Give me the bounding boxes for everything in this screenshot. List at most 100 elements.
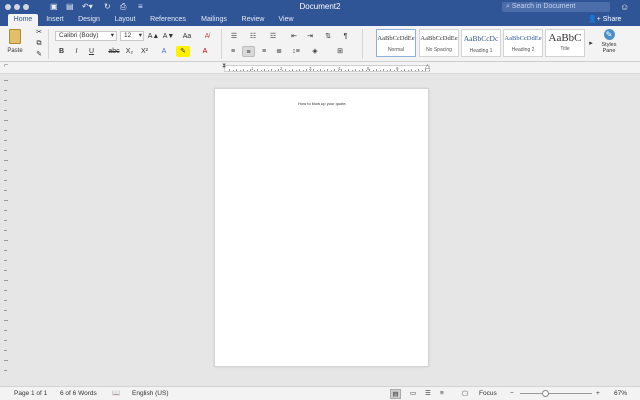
grow-font-button[interactable]: A▲ bbox=[147, 31, 160, 42]
focus-icon[interactable]: ▢ bbox=[462, 387, 468, 400]
ruler-tick bbox=[344, 70, 346, 71]
ruler-tick bbox=[4, 330, 7, 331]
tab-layout[interactable]: Layout bbox=[110, 14, 140, 26]
zoom-slider[interactable] bbox=[520, 390, 592, 397]
bullets-icon[interactable]: ☰ bbox=[227, 31, 241, 42]
change-case-button[interactable]: Aa bbox=[180, 31, 194, 42]
zoom-level[interactable]: 67% bbox=[614, 387, 627, 400]
zoom-out-button[interactable]: − bbox=[510, 387, 514, 400]
styles-pane-icon: ✎ bbox=[603, 29, 615, 40]
ruler-tick bbox=[414, 70, 416, 71]
ruler-tick bbox=[260, 70, 262, 71]
cut-icon[interactable]: ✂ bbox=[34, 28, 44, 37]
italic-button[interactable]: I bbox=[71, 46, 82, 57]
copy-icon[interactable]: ⧉ bbox=[34, 39, 44, 48]
ruler-tick bbox=[257, 69, 258, 71]
ruler-tick bbox=[4, 120, 8, 121]
ruler-tick bbox=[4, 80, 8, 81]
focus-label[interactable]: Focus bbox=[479, 387, 497, 400]
ruler-tick bbox=[425, 69, 426, 71]
ruler-tick bbox=[362, 69, 363, 71]
styles-pane-button[interactable]: ✎ Styles Pane bbox=[597, 29, 621, 54]
increase-indent-icon[interactable]: ⇥ bbox=[304, 31, 316, 42]
style-title[interactable]: AaBbC Title bbox=[545, 29, 585, 57]
vertical-ruler[interactable] bbox=[3, 80, 9, 380]
clear-formatting-icon[interactable]: A̸ bbox=[200, 31, 214, 42]
indent-marker-icon[interactable]: ⧗ bbox=[222, 63, 226, 70]
web-layout-icon[interactable]: ▭ bbox=[410, 387, 416, 400]
bold-button[interactable]: B bbox=[56, 46, 67, 57]
tab-mailings[interactable]: Mailings bbox=[196, 14, 232, 26]
chevron-right-icon[interactable]: ▸ bbox=[588, 39, 594, 48]
ruler-tick bbox=[278, 69, 279, 71]
share-button[interactable]: 👤+ Share bbox=[588, 14, 621, 26]
show-formatting-button[interactable]: ¶ bbox=[340, 31, 351, 42]
tab-insert[interactable]: Insert bbox=[40, 14, 70, 26]
shading-icon[interactable]: ◈ bbox=[308, 46, 322, 57]
search-input[interactable]: ⌕ Search in Document bbox=[502, 2, 610, 12]
ruler-tick bbox=[4, 290, 7, 291]
ruler-tick bbox=[348, 69, 349, 71]
superscript-button[interactable]: X² bbox=[138, 46, 151, 57]
tab-home[interactable]: Home bbox=[8, 14, 38, 26]
outline-view-icon[interactable]: ☰ bbox=[425, 387, 431, 400]
align-left-icon[interactable]: ≡ bbox=[227, 46, 239, 57]
ruler-tick bbox=[4, 300, 7, 301]
smiley-icon[interactable]: ☺ bbox=[620, 1, 629, 13]
divider bbox=[48, 29, 49, 59]
font-name-select[interactable]: Calibri (Body) ▾ bbox=[55, 31, 117, 41]
ruler-tick bbox=[274, 70, 276, 71]
zoom-slider-knob[interactable] bbox=[542, 390, 550, 397]
tab-review[interactable]: Review bbox=[238, 14, 268, 26]
underline-button[interactable]: U bbox=[86, 46, 97, 57]
subscript-button[interactable]: X₂ bbox=[123, 46, 136, 57]
align-right-icon[interactable]: ≡ bbox=[258, 46, 270, 57]
paste-button[interactable]: Paste bbox=[5, 29, 25, 59]
horizontal-ruler[interactable]: 1 2 3 4 5 6 ⧗ △ bbox=[222, 63, 430, 72]
tab-view[interactable]: View bbox=[272, 14, 300, 26]
style-normal[interactable]: AaBbCcDdEe Normal bbox=[376, 29, 416, 57]
proofing-icon[interactable]: 📖 bbox=[112, 387, 120, 400]
numbering-icon[interactable]: ☷ bbox=[246, 31, 260, 42]
ruler-tick bbox=[327, 69, 328, 71]
align-center-icon[interactable]: ≡ bbox=[242, 46, 255, 57]
decrease-indent-icon[interactable]: ⇤ bbox=[288, 31, 300, 42]
zoom-in-button[interactable]: + bbox=[596, 387, 600, 400]
strikethrough-button[interactable]: abc bbox=[107, 46, 121, 57]
shrink-font-button[interactable]: A▼ bbox=[162, 31, 175, 42]
ruler-tick bbox=[383, 69, 384, 71]
line-spacing-icon[interactable]: ↕≡ bbox=[289, 46, 303, 57]
divider bbox=[362, 29, 363, 59]
ruler-tick bbox=[4, 270, 7, 271]
font-size-select[interactable]: 12 ▾ bbox=[120, 31, 144, 41]
ruler-tick bbox=[372, 70, 374, 71]
text-effects-icon[interactable]: A bbox=[157, 46, 171, 57]
highlight-icon[interactable]: ✎ bbox=[176, 46, 190, 57]
word-count[interactable]: 6 of 6 Words bbox=[60, 387, 97, 400]
justify-icon[interactable]: ≣ bbox=[273, 46, 285, 57]
page-count[interactable]: Page 1 of 1 bbox=[14, 387, 47, 400]
print-layout-icon[interactable]: ▤ bbox=[390, 389, 401, 399]
sort-icon[interactable]: ⇅ bbox=[322, 31, 334, 42]
style-heading-1[interactable]: AaBbCcDc Heading 1 bbox=[461, 29, 501, 57]
ruler-tick bbox=[288, 70, 290, 71]
style-heading-2[interactable]: AaBbCcDdEe Heading 2 bbox=[503, 29, 543, 57]
font-color-icon[interactable]: A bbox=[198, 46, 212, 57]
style-no-spacing[interactable]: AaBbCcDdEe No Spacing bbox=[419, 29, 459, 57]
language[interactable]: English (US) bbox=[132, 387, 168, 400]
borders-icon[interactable]: ⊞ bbox=[330, 46, 350, 57]
ruler-tick bbox=[393, 70, 395, 71]
multilevel-list-icon[interactable]: ☲ bbox=[266, 31, 280, 42]
document-text[interactable]: How to blow up your quote. bbox=[215, 101, 430, 106]
tab-design[interactable]: Design bbox=[74, 14, 104, 26]
ruler-tick bbox=[397, 69, 398, 71]
tab-stop-icon[interactable]: ⌐ bbox=[4, 62, 8, 69]
ruler-tick bbox=[295, 70, 297, 71]
ruler-tick bbox=[386, 70, 388, 71]
ruler-tick bbox=[4, 160, 8, 161]
document-page[interactable]: How to blow up your quote. bbox=[214, 88, 429, 367]
draft-view-icon[interactable]: ≡ bbox=[440, 387, 444, 400]
format-painter-icon[interactable]: ✎ bbox=[34, 50, 44, 59]
ruler-tick bbox=[271, 69, 272, 71]
tab-references[interactable]: References bbox=[145, 14, 191, 26]
